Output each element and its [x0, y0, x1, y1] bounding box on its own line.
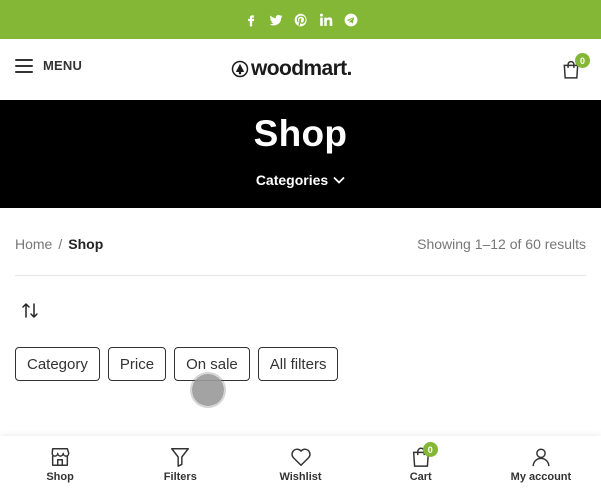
nav-filters[interactable]: Filters	[120, 436, 240, 492]
breadcrumb-home-link[interactable]: Home	[15, 236, 52, 252]
site-header: MENU woodmart. 0	[0, 39, 601, 100]
pinterest-icon[interactable]	[293, 12, 309, 28]
categories-toggle[interactable]: Categories	[0, 172, 601, 188]
logo-text: woodmart.	[251, 57, 352, 80]
menu-button[interactable]: MENU	[15, 58, 82, 73]
nav-cart-label: Cart	[409, 471, 432, 483]
user-icon	[530, 446, 552, 468]
result-count: Showing 1–12 of 60 results	[417, 236, 586, 252]
filter-chips: Category Price On sale All filters	[15, 347, 339, 381]
cart-count-badge: 0	[575, 53, 590, 68]
nav-cart-count-badge: 0	[422, 442, 438, 457]
filter-icon	[169, 446, 191, 468]
header-cart-button[interactable]: 0	[561, 53, 590, 81]
nav-filters-label: Filters	[163, 471, 197, 483]
nav-shop[interactable]: Shop	[0, 436, 120, 492]
bottom-navigation: Shop Filters Wishlist 0 Cart My account	[0, 436, 601, 492]
nav-cart[interactable]: 0 Cart	[361, 436, 481, 492]
heart-icon	[290, 446, 312, 468]
filter-category-button[interactable]: Category	[15, 347, 100, 381]
divider	[15, 275, 586, 276]
store-icon	[49, 446, 71, 468]
menu-label: MENU	[43, 58, 83, 73]
facebook-icon[interactable]	[243, 12, 259, 28]
tree-logo-icon	[231, 60, 249, 78]
breadcrumb: Home / Shop	[15, 236, 103, 252]
social-bar	[0, 0, 601, 39]
nav-wishlist-label: Wishlist	[279, 471, 322, 483]
all-filters-button[interactable]: All filters	[257, 347, 339, 381]
telegram-icon[interactable]	[343, 12, 359, 28]
nav-wishlist[interactable]: Wishlist	[240, 436, 360, 492]
nav-account[interactable]: My account	[481, 436, 601, 492]
site-logo[interactable]: woodmart.	[231, 57, 352, 81]
filter-price-button[interactable]: Price	[107, 347, 167, 381]
shopping-bag-icon: 0	[410, 442, 438, 468]
categories-label: Categories	[255, 172, 329, 188]
nav-shop-label: Shop	[46, 471, 74, 483]
breadcrumb-separator: /	[58, 236, 63, 252]
sort-icon[interactable]	[21, 302, 39, 319]
breadcrumb-current: Shop	[68, 236, 104, 252]
nav-account-label: My account	[510, 471, 572, 483]
linkedin-icon[interactable]	[318, 12, 334, 28]
page-title: Shop	[253, 113, 348, 154]
touch-indicator	[190, 372, 226, 408]
chevron-down-icon	[333, 176, 345, 184]
hamburger-icon	[15, 58, 33, 73]
twitter-icon[interactable]	[268, 12, 284, 28]
page-hero: Shop Categories	[0, 100, 601, 208]
